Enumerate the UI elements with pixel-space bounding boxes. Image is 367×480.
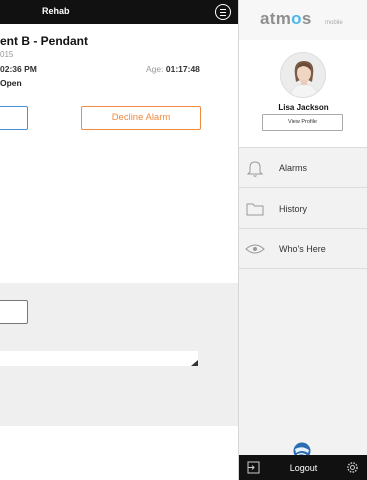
folder-icon xyxy=(245,199,265,219)
sidebar-item-label: Who's Here xyxy=(279,244,326,254)
note-textarea[interactable] xyxy=(0,351,198,366)
logo-area: atmos mobile xyxy=(239,0,367,40)
alarm-detail-panel: Rehab ent B - Pendant 015 02:36 PM Age: … xyxy=(0,0,238,480)
add-note-button[interactable] xyxy=(0,300,28,324)
resize-grip-icon[interactable] xyxy=(191,360,198,366)
bell-icon xyxy=(245,158,265,178)
alarm-title: ent B - Pendant xyxy=(0,34,89,48)
view-profile-button[interactable]: View Profile xyxy=(262,114,343,131)
page-title: Rehab xyxy=(42,6,70,16)
sidebar-item-alarms[interactable]: Alarms xyxy=(239,148,367,188)
sidebar-item-label: Alarms xyxy=(279,163,308,173)
bottom-bar: Logout xyxy=(239,455,367,480)
alarm-age-label: Age: xyxy=(146,64,164,74)
logo-subtitle: mobile xyxy=(325,20,343,26)
sidebar-item-label: History xyxy=(279,204,308,214)
sidebar-item-history[interactable]: History xyxy=(239,189,367,229)
alarm-status: Open xyxy=(0,78,22,88)
sidebar-item-whos-here[interactable]: Who's Here xyxy=(239,229,367,269)
gear-icon[interactable] xyxy=(346,461,359,474)
alarm-time: 02:36 PM xyxy=(0,64,37,74)
sidebar: atmos mobile Lisa Jackson View Profile A… xyxy=(238,0,367,480)
menu-icon[interactable] xyxy=(215,4,231,20)
top-bar: Rehab xyxy=(0,0,238,24)
notes-section xyxy=(0,283,238,426)
eye-icon xyxy=(245,239,265,259)
profile-name: Lisa Jackson xyxy=(278,103,329,112)
alarm-age: Age: 01:17:48 xyxy=(146,64,200,74)
alarm-date: 015 xyxy=(0,50,14,59)
avatar xyxy=(280,52,326,98)
alarm-age-value: 01:17:48 xyxy=(165,64,200,74)
atmos-logo: atmos xyxy=(260,9,312,28)
accept-alarm-button[interactable] xyxy=(0,106,28,130)
decline-alarm-button[interactable]: Decline Alarm xyxy=(81,106,201,130)
profile-card: Lisa Jackson View Profile xyxy=(239,40,367,148)
